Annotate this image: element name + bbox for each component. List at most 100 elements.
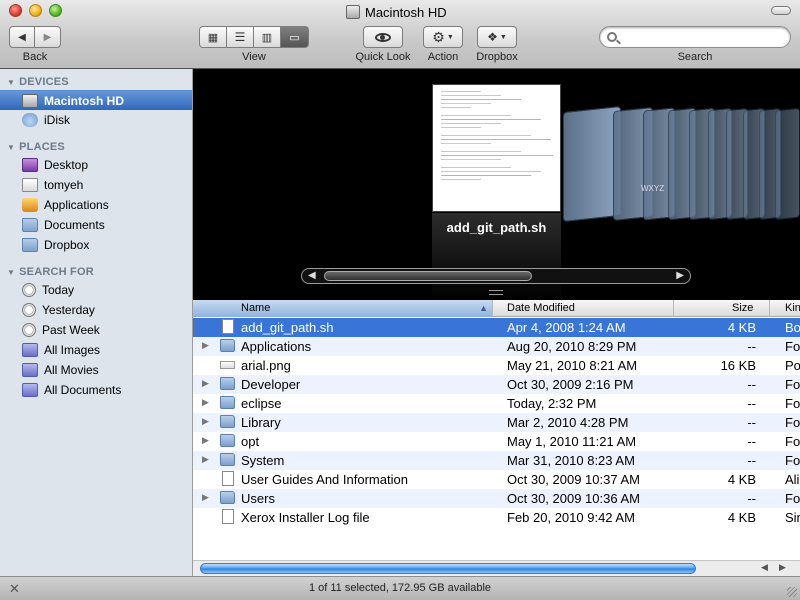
table-row[interactable]: ▶ Library Mar 2, 2010 4:28 PM -- Fol xyxy=(193,413,800,432)
search-input[interactable] xyxy=(624,30,784,45)
cover-flow-view-button[interactable]: ▭ xyxy=(280,26,309,48)
cover-flow-scrollbar[interactable]: ◀ ▶ xyxy=(301,268,691,284)
sidebar-item-label: All Documents xyxy=(44,383,122,397)
zoom-window-button[interactable] xyxy=(49,4,62,17)
disclosure-triangle-icon[interactable]: ▶ xyxy=(202,378,209,389)
sidebar-item-tomyeh[interactable]: tomyeh xyxy=(0,175,192,195)
sidebar-item-all-images[interactable]: All Images xyxy=(0,340,192,360)
window-resize-grip[interactable] xyxy=(787,587,797,597)
file-size: 16 KB xyxy=(720,358,756,373)
quick-look-label: Quick Look xyxy=(355,51,411,63)
table-row[interactable]: ▶ Applications Aug 20, 2010 8:29 PM -- Fol xyxy=(193,337,800,356)
disclosure-triangle-icon[interactable]: ▶ xyxy=(202,454,209,465)
sidebar-item-all-documents[interactable]: All Documents xyxy=(0,380,192,400)
list-scroll-thumb[interactable] xyxy=(200,563,696,574)
dropbox-button[interactable]: ❖ ▼ xyxy=(477,26,517,48)
table-row[interactable]: ▶ Users Oct 30, 2009 10:36 AM -- Fol xyxy=(193,489,800,508)
sidebar-item-label: tomyeh xyxy=(44,178,84,192)
file-kind: Bo xyxy=(785,320,800,335)
scroll-left-icon[interactable]: ◀ xyxy=(308,270,316,281)
file-list: Name ▲ Date Modified Size Kin add_git_pa… xyxy=(193,300,800,560)
icon-view-button[interactable]: ▦ xyxy=(199,26,227,48)
file-size: 4 KB xyxy=(727,320,756,335)
devices-header[interactable]: ▼ DEVICES xyxy=(7,74,69,90)
search-field[interactable] xyxy=(599,26,791,48)
image-file-icon xyxy=(220,361,235,369)
scroll-right-icon[interactable]: ▶ xyxy=(676,270,684,281)
disclosure-triangle-icon: ▼ xyxy=(7,142,16,152)
scroll-left-icon[interactable]: ◀ xyxy=(761,562,768,573)
toolbar-toggle-button[interactable] xyxy=(771,6,791,15)
forward-button[interactable]: ▶ xyxy=(34,26,61,48)
sidebar-item-documents[interactable]: Documents xyxy=(0,215,192,235)
sidebar-item-macintosh-hd[interactable]: Macintosh HD xyxy=(0,90,192,110)
disclosure-triangle-icon: ▼ xyxy=(7,77,16,87)
file-kind: Fol xyxy=(785,491,800,506)
gear-icon: ⚙ xyxy=(432,28,445,45)
file-kind: Ali xyxy=(785,472,800,487)
column-header-size[interactable]: Size xyxy=(674,300,770,317)
action-button[interactable]: ⚙ ▼ xyxy=(423,26,463,48)
sidebar-item-idisk[interactable]: iDisk xyxy=(0,110,192,130)
cover-flow-pane[interactable]: WXYZ add_git_path.sh ◀ ▶ xyxy=(193,69,800,300)
file-kind: Fol xyxy=(785,434,800,449)
table-row[interactable]: User Guides And Information Oct 30, 2009 … xyxy=(193,470,800,489)
places-header[interactable]: ▼ PLACES xyxy=(7,139,65,155)
sidebar-item-past-week[interactable]: Past Week xyxy=(0,320,192,340)
column-header-kind[interactable]: Kin xyxy=(770,300,800,317)
back-button[interactable]: ◀ xyxy=(9,26,35,48)
dropbox-label: Dropbox xyxy=(476,51,518,63)
table-row[interactable]: ▶ System Mar 31, 2010 8:23 AM -- Fol xyxy=(193,451,800,470)
disclosure-triangle-icon[interactable]: ▶ xyxy=(202,492,209,503)
list-horizontal-scrollbar[interactable]: ◀ ▶ xyxy=(193,560,800,576)
sidebar-item-desktop[interactable]: Desktop xyxy=(0,155,192,175)
scroll-right-icon[interactable]: ▶ xyxy=(779,562,786,573)
window-title: Macintosh HD xyxy=(346,3,447,21)
folder-icon xyxy=(220,434,235,447)
sidebar-item-dropbox[interactable]: Dropbox xyxy=(0,235,192,255)
smart-folder-icon xyxy=(22,343,38,357)
cover-document-preview[interactable] xyxy=(432,84,561,212)
documents-folder-icon xyxy=(22,218,38,232)
table-row[interactable]: ▶ opt May 1, 2010 11:21 AM -- Fol xyxy=(193,432,800,451)
file-name: Applications xyxy=(241,339,312,354)
file-size: -- xyxy=(747,415,756,430)
table-row[interactable]: ▶ eclipse Today, 2:32 PM -- Fol xyxy=(193,394,800,413)
desktop-icon xyxy=(22,158,38,172)
back-arrow-icon: ◀ xyxy=(18,31,26,43)
file-kind: Fol xyxy=(785,377,800,392)
list-view-button[interactable]: ☰ xyxy=(226,26,254,48)
file-date-modified: May 1, 2010 11:21 AM xyxy=(507,434,637,449)
cover-flow-scroll-thumb[interactable] xyxy=(324,271,532,281)
file-kind: Sin xyxy=(785,510,800,525)
hard-drive-icon xyxy=(346,5,360,19)
table-row[interactable]: arial.png May 21, 2010 8:21 AM 16 KB Po xyxy=(193,356,800,375)
quick-look-button[interactable] xyxy=(363,26,403,48)
sidebar-item-all-movies[interactable]: All Movies xyxy=(0,360,192,380)
minimize-window-button[interactable] xyxy=(29,4,42,17)
view-label: View xyxy=(242,51,266,63)
forward-arrow-icon: ▶ xyxy=(43,31,52,43)
disclosure-triangle-icon[interactable]: ▶ xyxy=(202,416,209,427)
file-name: User Guides And Information xyxy=(241,472,408,487)
disclosure-triangle-icon[interactable]: ▶ xyxy=(202,397,209,408)
smart-folder-icon xyxy=(22,363,38,377)
disclosure-triangle-icon[interactable]: ▶ xyxy=(202,435,209,446)
file-kind: Fol xyxy=(785,415,800,430)
alias-icon xyxy=(222,471,234,486)
table-row[interactable]: Xerox Installer Log file Feb 20, 2010 9:4… xyxy=(193,508,800,527)
close-window-button[interactable] xyxy=(9,4,22,17)
column-view-button[interactable]: ▥ xyxy=(253,26,281,48)
sidebar-item-yesterday[interactable]: Yesterday xyxy=(0,300,192,320)
disclosure-triangle-icon[interactable]: ▶ xyxy=(202,340,209,351)
sidebar-item-today[interactable]: Today xyxy=(0,280,192,300)
column-header-name[interactable]: Name ▲ xyxy=(193,300,493,317)
search-for-header[interactable]: ▼ SEARCH FOR xyxy=(7,264,94,280)
file-date-modified: Mar 31, 2010 8:23 AM xyxy=(507,453,635,468)
column-header-date-modified[interactable]: Date Modified xyxy=(493,300,674,317)
table-row[interactable]: add_git_path.sh Apr 4, 2008 1:24 AM 4 KB Bo xyxy=(193,318,800,337)
sidebar-item-applications[interactable]: Applications xyxy=(0,195,192,215)
cover-folder-icon[interactable] xyxy=(775,107,800,221)
pane-resize-handle[interactable] xyxy=(489,290,503,295)
table-row[interactable]: ▶ Developer Oct 30, 2009 2:16 PM -- Fol xyxy=(193,375,800,394)
